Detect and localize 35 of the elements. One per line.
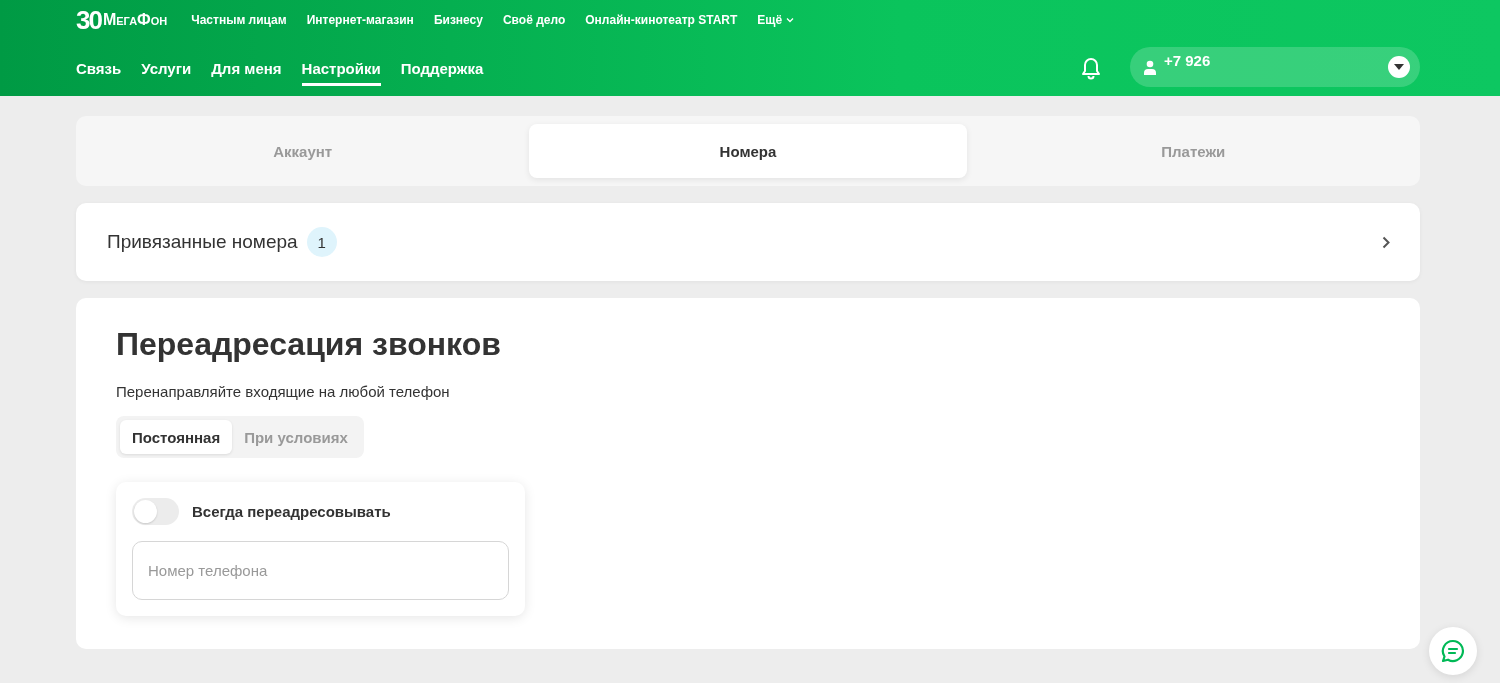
card-title: Привязанные номера: [107, 231, 298, 253]
toggle-label: Всегда переадресовывать: [192, 503, 391, 520]
top-nav-link[interactable]: Бизнесу: [433, 13, 483, 27]
nav-tab[interactable]: Настройки: [301, 53, 381, 86]
bell-icon[interactable]: [1080, 55, 1102, 81]
section-title: Переадресация звонков: [116, 326, 502, 363]
nav-tab[interactable]: Услуги: [141, 53, 192, 86]
logo-number: 30: [76, 4, 101, 36]
tab[interactable]: Платежи: [974, 124, 1412, 178]
toggle-switch[interactable]: [132, 498, 179, 525]
chat-button[interactable]: [1429, 627, 1477, 675]
mode-tab[interactable]: При условиях: [232, 420, 360, 454]
top-nav-link[interactable]: Частным лицам: [191, 13, 287, 27]
linked-numbers-card[interactable]: Привязанные номера 1: [76, 203, 1420, 281]
tab[interactable]: Номера: [529, 124, 967, 178]
user-icon: [1144, 59, 1156, 75]
logo-name: МегаФон: [102, 11, 168, 29]
tab[interactable]: Аккаунт: [84, 124, 522, 178]
section-subtitle: Перенаправляйте входящие на любой телефон: [116, 383, 451, 400]
phone-number: +7 926: [1164, 52, 1212, 69]
dropdown-icon[interactable]: [1388, 56, 1410, 78]
account-selector[interactable]: +7 926: [1130, 47, 1420, 87]
top-nav-link[interactable]: Ещё: [757, 13, 795, 27]
chevron-down-icon: [786, 17, 795, 23]
nav-tab[interactable]: Для меня: [211, 53, 282, 86]
chat-bubble-icon: [1440, 638, 1466, 664]
top-nav-link[interactable]: Своё дело: [502, 13, 566, 27]
chevron-right-icon: [1382, 235, 1390, 249]
top-nav-link[interactable]: Онлайн-кинотеатр START: [585, 13, 738, 27]
nav-tab[interactable]: Связь: [76, 53, 122, 86]
nav-tab[interactable]: Поддержка: [400, 53, 484, 86]
phone-input[interactable]: Номер телефона: [132, 541, 509, 600]
top-nav-link[interactable]: Интернет-магазин: [306, 13, 414, 27]
mode-tab[interactable]: Постоянная: [120, 420, 233, 454]
count-badge: 1: [306, 227, 337, 257]
